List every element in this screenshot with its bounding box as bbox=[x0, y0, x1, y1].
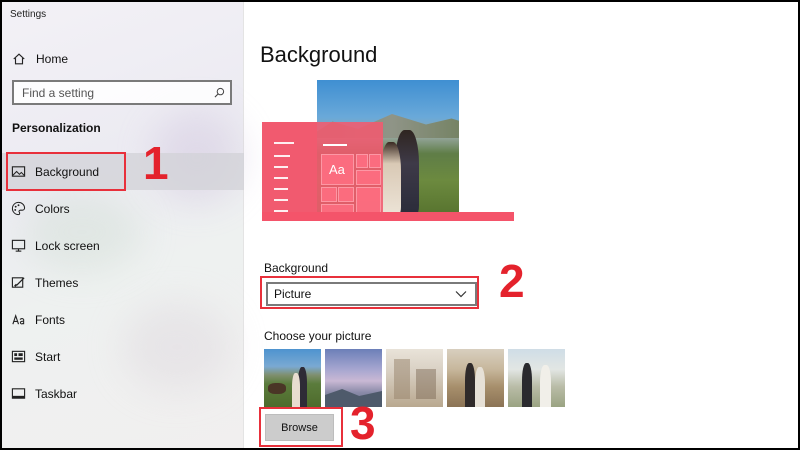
themes-icon bbox=[2, 275, 35, 290]
preview-person bbox=[381, 142, 401, 214]
preview-line bbox=[274, 177, 288, 179]
lock-screen-icon bbox=[2, 238, 35, 253]
sidebar-item-themes[interactable]: Themes bbox=[2, 264, 244, 301]
start-icon bbox=[2, 349, 35, 364]
sidebar-item-label: Start bbox=[35, 349, 61, 364]
thumbnail-indoor-room[interactable] bbox=[386, 349, 443, 407]
thumbnail-person bbox=[465, 363, 475, 407]
preview-sidebar-mock bbox=[262, 122, 317, 221]
sidebar-item-lock-screen[interactable]: Lock screen bbox=[2, 227, 244, 264]
chevron-down-icon bbox=[455, 287, 467, 301]
search-input[interactable] bbox=[22, 85, 208, 100]
sidebar-item-background[interactable]: Background bbox=[2, 153, 244, 190]
sidebar-item-colors[interactable]: Colors bbox=[2, 190, 244, 227]
search-icon[interactable] bbox=[208, 87, 230, 98]
fonts-icon bbox=[2, 312, 35, 327]
sidebar-item-fonts[interactable]: Fonts bbox=[2, 301, 244, 338]
sidebar: Settings Home Personalization Background bbox=[2, 2, 244, 448]
picture-thumbnails bbox=[264, 349, 565, 407]
preview-line bbox=[274, 199, 288, 201]
taskbar-icon bbox=[2, 386, 35, 401]
thumbnail-couple-outdoor-day[interactable] bbox=[508, 349, 565, 407]
preview-tile bbox=[356, 154, 368, 168]
page-title: Background bbox=[260, 42, 378, 67]
thumbnail-couple-horse-field[interactable] bbox=[264, 349, 321, 407]
step-number-1: 1 bbox=[143, 137, 169, 189]
preview-tile bbox=[369, 154, 381, 168]
thumbnail-horse bbox=[268, 383, 286, 394]
thumbnail-furniture bbox=[416, 369, 436, 399]
thumbnail-couple-autumn-street[interactable] bbox=[447, 349, 504, 407]
preview-tile bbox=[356, 170, 381, 185]
image-icon bbox=[2, 164, 35, 179]
dropdown-selected-value: Picture bbox=[274, 287, 312, 301]
sidebar-item-taskbar[interactable]: Taskbar bbox=[2, 375, 244, 412]
preview-tile bbox=[338, 187, 354, 202]
sidebar-item-label: Colors bbox=[35, 201, 70, 216]
section-title: Personalization bbox=[12, 121, 101, 135]
sidebar-item-label: Lock screen bbox=[35, 238, 100, 253]
browse-button[interactable]: Browse bbox=[265, 414, 334, 441]
home-icon bbox=[2, 52, 36, 66]
step-number-3: 3 bbox=[350, 397, 376, 448]
settings-window: Settings Home Personalization Background bbox=[2, 2, 798, 448]
app-title: Settings bbox=[10, 9, 47, 20]
preview-line bbox=[274, 188, 288, 190]
nav-home[interactable]: Home bbox=[2, 44, 244, 74]
search-box bbox=[12, 80, 232, 105]
preview-start-menu: Aa bbox=[317, 122, 383, 221]
preview-line bbox=[323, 144, 347, 146]
thumbnail-person bbox=[522, 363, 532, 407]
preview-taskbar bbox=[262, 212, 514, 221]
preview-line bbox=[274, 155, 290, 157]
preview-line bbox=[274, 142, 294, 144]
choose-picture-label: Choose your picture bbox=[264, 329, 372, 343]
sidebar-item-label: Taskbar bbox=[35, 386, 78, 401]
background-type-dropdown[interactable]: Picture bbox=[266, 282, 477, 306]
thumbnail-person bbox=[540, 365, 551, 407]
nav-home-label: Home bbox=[36, 52, 69, 66]
thumbnail-person bbox=[475, 367, 485, 407]
thumbnail-window bbox=[394, 359, 410, 399]
thumbnail-person bbox=[292, 373, 300, 407]
preview-line bbox=[274, 166, 288, 168]
sidebar-item-label: Fonts bbox=[35, 312, 66, 327]
sidebar-item-label: Background bbox=[35, 164, 100, 179]
background-preview: Aa bbox=[262, 80, 518, 226]
step-number-2: 2 bbox=[499, 255, 525, 307]
nav-list: Background Colors Lock screen Themes Fon… bbox=[2, 153, 244, 412]
preview-tile-text: Aa bbox=[329, 162, 345, 177]
background-type-label: Background bbox=[264, 261, 329, 275]
sidebar-item-label: Themes bbox=[35, 275, 79, 290]
sidebar-item-start[interactable]: Start bbox=[2, 338, 244, 375]
palette-icon bbox=[2, 201, 35, 216]
preview-tile bbox=[321, 187, 337, 202]
